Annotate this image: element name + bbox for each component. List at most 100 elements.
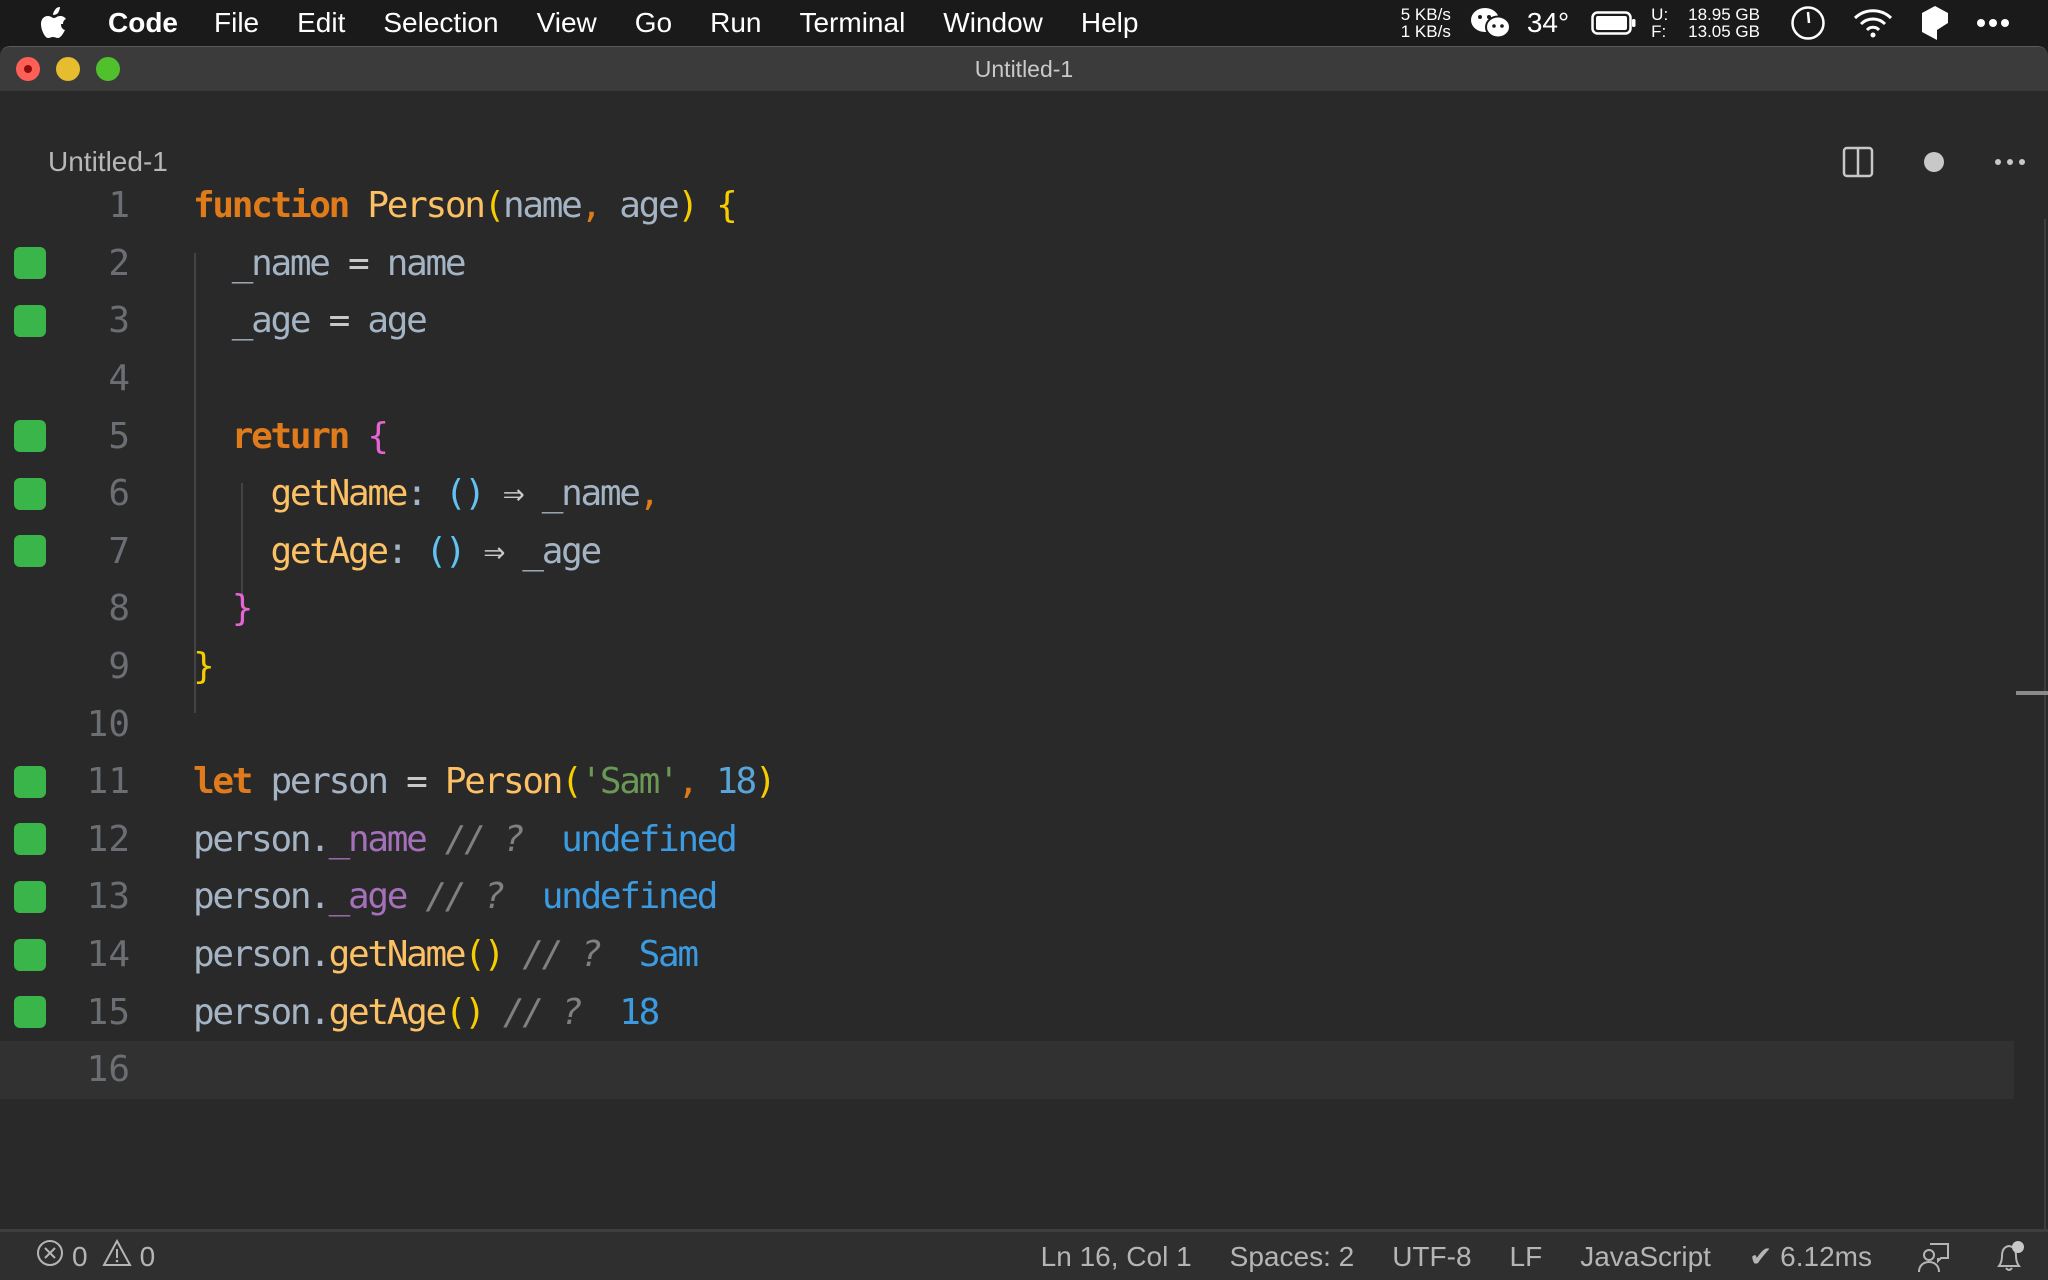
code-line[interactable]: 13 person._age // ? undefined: [0, 868, 2014, 926]
close-window-button[interactable]: [16, 57, 40, 81]
notifications-bell-icon[interactable]: [1994, 1240, 2026, 1274]
code-token: // ?: [444, 818, 525, 860]
code-token: getAge: [270, 530, 390, 572]
code-line[interactable]: 10: [0, 695, 2014, 753]
coverage-marker-icon: [14, 535, 46, 568]
code-token: ⇒: [483, 473, 542, 515]
battery-icon[interactable]: [1591, 11, 1637, 35]
disk-used: 18.95 GB: [1688, 5, 1760, 24]
code-line[interactable]: 11 let person = Person('Sam', 18): [0, 753, 2014, 811]
quokka-timing[interactable]: ✔ 6.12ms: [1749, 1240, 1872, 1273]
code-token: ⇒: [464, 530, 523, 572]
code-line[interactable]: 15 person.getAge() // ? 18: [0, 983, 2014, 1041]
code-line[interactable]: 12 person._name // ? undefined: [0, 811, 2014, 869]
app-tray-icon[interactable]: [1920, 5, 1950, 41]
code-editor[interactable]: 1 function Person(name, age) {2 _name = n…: [0, 177, 2014, 1229]
code-token: Sam: [638, 934, 699, 976]
code-token: _name: [231, 242, 331, 284]
wifi-icon[interactable]: [1852, 7, 1894, 39]
end-of-line[interactable]: LF: [1510, 1241, 1543, 1273]
scrollbar-position-marker[interactable]: [2016, 691, 2048, 695]
encoding[interactable]: UTF-8: [1392, 1241, 1471, 1273]
disk-used-label: U:: [1651, 5, 1669, 24]
network-up: 5 KB/s: [1400, 5, 1451, 24]
disk-usage[interactable]: U: 18.95 GB F: 13.05 GB: [1651, 6, 1760, 40]
code-line[interactable]: 1 function Person(name, age) {: [0, 177, 2014, 235]
menu-edit[interactable]: Edit: [297, 7, 345, 39]
code-line[interactable]: 7 getAge: () ⇒ _age: [0, 523, 2014, 581]
code-token: // ?: [425, 876, 506, 918]
language-mode[interactable]: JavaScript: [1580, 1241, 1711, 1273]
indentation[interactable]: Spaces: 2: [1230, 1241, 1355, 1273]
code-token: (): [464, 934, 505, 976]
menu-view[interactable]: View: [537, 7, 597, 39]
cursor-position[interactable]: Ln 16, Col 1: [1041, 1241, 1192, 1273]
disk-free-label: F:: [1651, 22, 1667, 41]
menu-file[interactable]: File: [214, 7, 259, 39]
line-number: 6: [108, 473, 130, 515]
coverage-marker-icon: [14, 304, 46, 337]
maximize-window-button[interactable]: [96, 57, 120, 81]
code-token: age: [367, 300, 427, 342]
line-number: 2: [108, 242, 130, 284]
code-line[interactable]: 4: [0, 350, 2014, 408]
code-token: getName: [270, 473, 409, 515]
code-token: _age: [522, 530, 602, 572]
split-editor-icon[interactable]: [1840, 144, 1876, 180]
code-token: ): [677, 185, 699, 227]
code-token: name: [503, 185, 583, 227]
feedback-icon[interactable]: [1916, 1240, 1950, 1274]
line-number: 5: [108, 415, 130, 457]
menu-window[interactable]: Window: [943, 7, 1043, 39]
code-line[interactable]: 14 person.getName() // ? Sam: [0, 926, 2014, 984]
code-token: // ?: [522, 934, 602, 976]
code-line[interactable]: 5 return {: [0, 407, 2014, 465]
temperature[interactable]: 34°: [1527, 7, 1569, 39]
code-token: (: [561, 761, 583, 803]
more-actions-icon[interactable]: [1992, 144, 2028, 180]
code-line[interactable]: 6 getName: () ⇒ _name,: [0, 465, 2014, 523]
network-speed[interactable]: 5 KB/s 1 KB/s: [1401, 6, 1451, 40]
clock-icon[interactable]: [1790, 5, 1826, 41]
line-code: _name = name: [193, 242, 467, 284]
unsaved-dot-icon[interactable]: [1916, 144, 1952, 180]
editor-tab-bar: Untitled-1: [0, 91, 2048, 180]
minimize-window-button[interactable]: [56, 57, 80, 81]
menu-help[interactable]: Help: [1081, 7, 1139, 39]
menu-app-code[interactable]: Code: [108, 7, 178, 39]
code-line[interactable]: 8 }: [0, 580, 2014, 638]
more-icon[interactable]: [1976, 18, 2010, 28]
code-token: ,: [580, 185, 620, 227]
line-number: 1: [108, 185, 130, 227]
vscode-window: Untitled-1 Untitled-1 1 function Person(n…: [0, 46, 2048, 1280]
line-number: 4: [108, 358, 130, 400]
line-number: 10: [86, 703, 130, 745]
menu-selection[interactable]: Selection: [383, 7, 498, 39]
code-line[interactable]: 3 _age = age: [0, 292, 2014, 350]
menu-terminal[interactable]: Terminal: [799, 7, 905, 39]
code-line[interactable]: 16: [0, 1041, 2014, 1099]
code-line[interactable]: 2 _name = name: [0, 235, 2014, 293]
wechat-icon[interactable]: [1469, 6, 1513, 40]
menu-go[interactable]: Go: [635, 7, 672, 39]
tab-untitled-1[interactable]: Untitled-1: [48, 146, 168, 178]
coverage-marker-icon: [14, 996, 46, 1029]
status-bar: 0 0 Ln 16, Col 1 Spaces: 2 UTF-8 LF Java…: [0, 1229, 2048, 1280]
apple-icon[interactable]: [40, 6, 70, 40]
menu-run[interactable]: Run: [710, 7, 761, 39]
line-number: 12: [86, 818, 130, 860]
coverage-marker-icon: [14, 765, 46, 798]
line-code: _age = age: [193, 300, 428, 342]
line-code: person._age // ? undefined: [193, 876, 718, 918]
status-bar-right: Ln 16, Col 1 Spaces: 2 UTF-8 LF JavaScri…: [1003, 1240, 2026, 1274]
code-line[interactable]: 9}: [0, 638, 2014, 696]
problems-indicator[interactable]: 0 0: [36, 1238, 155, 1274]
